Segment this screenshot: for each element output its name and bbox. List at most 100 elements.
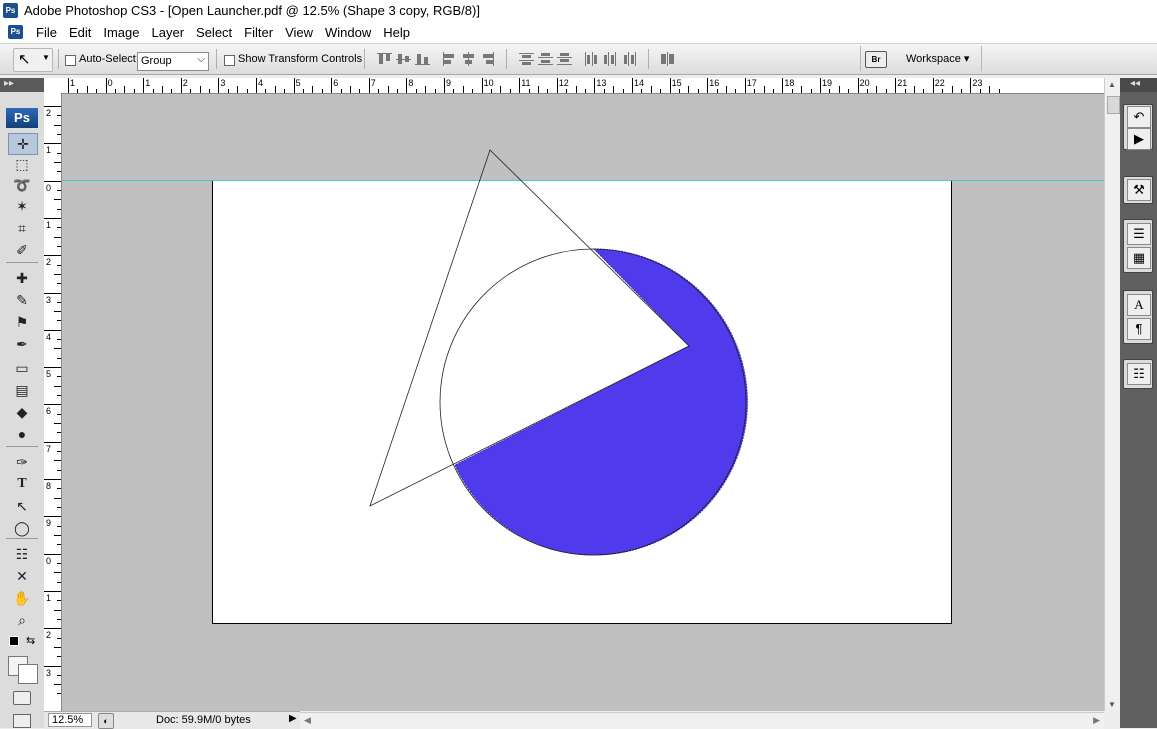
clone-stamp-tool-icon[interactable]: ⚑ — [8, 312, 36, 332]
dodge-tool-icon[interactable]: ● — [8, 424, 36, 444]
paragraph-panel-icon[interactable]: ¶ — [1127, 318, 1151, 340]
ruler-label: 18 — [784, 78, 795, 88]
scroll-right-icon[interactable]: ▶ — [1093, 715, 1100, 726]
align-bottom-icon[interactable] — [415, 52, 430, 66]
workspace-menu[interactable]: Workspace ▾ — [906, 52, 969, 65]
menu-help[interactable]: Help — [377, 24, 416, 41]
align-horizontal-center-icon[interactable] — [461, 52, 476, 66]
zoom-tool-icon[interactable]: ⌕ — [8, 610, 36, 630]
swap-colors-icon[interactable]: ⇆ — [26, 634, 35, 647]
document-icon[interactable]: Ps — [8, 25, 23, 39]
ruler-label: 4 — [46, 331, 52, 342]
tool-presets-panel-icon[interactable]: ⚒ — [1127, 179, 1151, 201]
ruler-tick — [44, 553, 61, 555]
background-color-swatch[interactable] — [18, 664, 38, 684]
distribute-top-icon[interactable] — [519, 52, 534, 66]
screen-mode-icon[interactable] — [13, 714, 31, 728]
type-tool-icon[interactable]: T — [8, 474, 36, 494]
horizontal-guide[interactable] — [62, 180, 1104, 181]
align-left-icon[interactable] — [442, 52, 457, 66]
actions-panel-icon[interactable]: ▶ — [1127, 128, 1151, 150]
distribute-left-icon[interactable] — [584, 52, 599, 66]
zoom-level-field[interactable]: 12.5% — [48, 713, 92, 727]
vertical-scrollbar[interactable]: ▲ ▼ — [1104, 78, 1121, 711]
menu-select[interactable]: Select — [190, 24, 238, 41]
ruler-tick — [932, 78, 934, 93]
brush-tool-icon[interactable]: ✎ — [8, 290, 36, 310]
tool-preset-picker[interactable]: ↖ ▼ — [13, 48, 53, 72]
menu-filter[interactable]: Filter — [238, 24, 279, 41]
ellipse-tool-icon[interactable]: ◯ — [8, 518, 36, 538]
horizontal-scrollbar[interactable]: ◀ ▶ — [300, 712, 1104, 729]
menu-file[interactable]: File — [30, 24, 63, 41]
vertical-ruler[interactable]: 2 1 0 1 2 3 4 5 6 7 8 9 0 1 2 3 — [44, 93, 62, 711]
scroll-down-icon[interactable]: ▼ — [1108, 700, 1116, 709]
options-divider — [216, 49, 217, 69]
toolbox-grip[interactable]: ▸▸ — [0, 78, 44, 92]
ruler-minor-tick — [303, 89, 304, 93]
menu-window[interactable]: Window — [319, 24, 377, 41]
distribute-vertical-center-icon[interactable] — [538, 52, 553, 66]
align-right-icon[interactable] — [480, 52, 495, 66]
healing-brush-tool-icon[interactable]: ✚ — [8, 268, 36, 288]
auto-select-checkbox[interactable] — [65, 55, 76, 66]
align-vertical-center-icon[interactable] — [396, 52, 411, 66]
crop-tool-icon[interactable]: ⌗ — [8, 218, 36, 238]
ruler-label: 16 — [709, 78, 720, 88]
show-transform-checkbox[interactable] — [224, 55, 235, 66]
menu-layer[interactable]: Layer — [146, 24, 191, 41]
eraser-tool-icon[interactable]: ▭ — [8, 358, 36, 378]
channels-panel-icon[interactable]: ▦ — [1127, 247, 1151, 269]
horizontal-ruler[interactable]: 1 0 1 2 3 4 5 6 7 8 9 10 11 12 13 14 15 16 17 18 19 20 21 22 23 — [44, 78, 1104, 94]
distribute-right-icon[interactable] — [622, 52, 637, 66]
slice-tool-icon[interactable]: ✐ — [8, 240, 36, 260]
photoshop-logo[interactable]: Ps — [6, 108, 38, 128]
panel-dock-grip[interactable]: ◂◂ — [1120, 78, 1157, 92]
distribute-horizontal-center-icon[interactable] — [603, 52, 618, 66]
character-panel-icon[interactable]: A — [1127, 294, 1151, 316]
menu-edit[interactable]: Edit — [63, 24, 97, 41]
title-bar: Ps Adobe Photoshop CS3 - [Open Launcher.… — [0, 0, 1157, 22]
go-to-bridge-icon[interactable]: Br — [865, 51, 887, 68]
gradient-tool-icon[interactable]: ▤ — [8, 380, 36, 400]
history-panel-icon[interactable]: ↶ — [1127, 106, 1151, 128]
path-selection-tool-icon[interactable]: ↖ — [8, 496, 36, 516]
status-info-icon[interactable]: ◐ — [98, 713, 114, 729]
default-colors-icon[interactable] — [9, 636, 19, 646]
collapse-toolbox-icon[interactable]: ▸▸ — [4, 78, 14, 89]
document-canvas[interactable] — [212, 180, 952, 624]
chevron-down-icon: ⌵ — [197, 54, 205, 65]
ruler-minor-tick — [57, 208, 61, 210]
distribute-bottom-icon[interactable] — [557, 52, 572, 66]
ruler-minor-tick — [57, 376, 61, 378]
auto-select-dropdown[interactable]: Group ⌵ — [137, 52, 209, 71]
eyedropper-tool-icon[interactable]: ✕ — [8, 566, 36, 586]
ruler-minor-tick — [57, 469, 61, 471]
magic-wand-tool-icon[interactable]: ✶ — [8, 196, 36, 216]
ruler-minor-tick — [942, 89, 944, 93]
ruler-minor-tick — [54, 609, 61, 611]
auto-select-label: Auto-Select: — [79, 53, 139, 65]
auto-align-layers-icon[interactable] — [660, 52, 675, 66]
collapse-dock-icon[interactable]: ◂◂ — [1130, 78, 1140, 89]
notes-tool-icon[interactable]: ☷ — [8, 544, 36, 564]
history-brush-tool-icon[interactable]: ✒ — [8, 334, 36, 354]
ruler-minor-tick — [57, 600, 61, 602]
blur-tool-icon[interactable]: ◆ — [8, 402, 36, 422]
status-menu-arrow-icon[interactable]: ▶ — [289, 713, 297, 724]
vertical-scroll-thumb[interactable] — [1107, 96, 1120, 114]
layers-panel-icon[interactable]: ☰ — [1127, 223, 1151, 245]
scroll-up-icon[interactable]: ▲ — [1108, 80, 1116, 89]
info-panel-icon[interactable]: ☷ — [1127, 363, 1151, 385]
menu-image[interactable]: Image — [97, 24, 145, 41]
ruler-minor-tick — [312, 86, 314, 93]
move-tool-icon[interactable]: ✛ — [8, 133, 38, 155]
hand-tool-icon[interactable]: ✋ — [8, 588, 36, 608]
quick-mask-icon[interactable] — [13, 691, 31, 705]
pen-tool-icon[interactable]: ✑ — [8, 452, 36, 472]
align-top-icon[interactable] — [377, 52, 392, 66]
marquee-tool-icon[interactable]: ⬚ — [8, 154, 36, 174]
menu-view[interactable]: View — [279, 24, 319, 41]
scroll-left-icon[interactable]: ◀ — [304, 715, 311, 726]
lasso-tool-icon[interactable]: ➰ — [8, 175, 36, 195]
